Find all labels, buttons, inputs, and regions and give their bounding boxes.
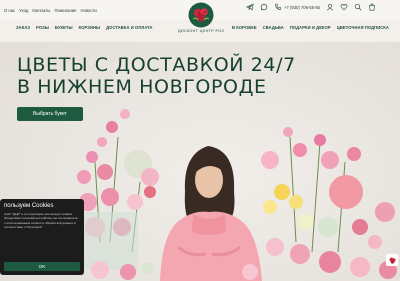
heart-icon[interactable] [340, 3, 348, 11]
chat-widget-icon[interactable] [386, 254, 398, 266]
top-link-news[interactable]: Новости [81, 8, 97, 13]
whatsapp-icon[interactable] [260, 3, 268, 11]
nav-item-delivery[interactable]: ДОСТАВКА И ОПЛАТА [106, 25, 152, 30]
nav-item-bouquets[interactable]: БУКЕТЫ [55, 25, 73, 30]
nav-item-baskets[interactable]: КОРЗИНЫ [79, 25, 101, 30]
top-link-about[interactable]: О нас [4, 8, 15, 13]
hero-title-line-1: ЦВЕТЫ С ДОСТАВКОЙ 24/7 [17, 54, 296, 76]
cookie-text: Сайт "ДЦР" и его партнеры используют coo… [4, 212, 79, 230]
top-link-care[interactable]: Уход [19, 8, 28, 13]
nav-left: ЗАКАЗ РОЗЫ БУКЕТЫ КОРЗИНЫ ДОСТАВКА И ОПЛ… [16, 25, 153, 30]
header-actions: +7 (930) 706-55-55 [246, 3, 376, 11]
hero-title: ЦВЕТЫ С ДОСТАВКОЙ 24/7 В НИЖНЕМ НОВГОРОД… [17, 54, 296, 98]
user-icon[interactable] [326, 3, 334, 11]
top-link-contacts[interactable]: Контакты [32, 8, 50, 13]
phone-number: +7 (930) 706-55-55 [284, 4, 320, 10]
choose-bouquet-button[interactable]: Выбрать букет [17, 107, 83, 121]
phone-icon [274, 3, 282, 11]
cookie-title: пользуем Cookies [4, 203, 54, 209]
main-nav: ЗАКАЗ РОЗЫ БУКЕТЫ КОРЗИНЫ ДОСТАВКА И ОПЛ… [0, 25, 400, 35]
nav-item-order[interactable]: ЗАКАЗ [16, 25, 30, 30]
nav-item-in-box[interactable]: В КОРОБКЕ [232, 25, 257, 30]
nav-item-wedding[interactable]: СВАДЬБА [263, 25, 284, 30]
nav-right: В КОРОБКЕ СВАДЬБА ПОДАРКИ И ДЕКОР ЦВЕТОЧ… [232, 25, 389, 30]
nav-item-gifts[interactable]: ПОДАРКИ И ДЕКОР [290, 25, 331, 30]
nav-item-roses[interactable]: РОЗЫ [36, 25, 49, 30]
nav-item-subscription[interactable]: ЦВЕТОЧНАЯ ПОДПИСКА [337, 25, 389, 30]
cookie-consent-popup: пользуем Cookies Сайт "ДЦР" и его партне… [0, 199, 84, 275]
cookie-ok-button[interactable]: OK [4, 262, 80, 271]
telegram-icon[interactable] [246, 3, 254, 11]
top-links: О нас Уход Контакты Пожелание Новости [4, 8, 97, 13]
top-link-wishes[interactable]: Пожелание [54, 8, 76, 13]
cart-icon[interactable] [368, 3, 376, 11]
search-icon[interactable] [354, 3, 362, 11]
phone-contact[interactable]: +7 (930) 706-55-55 [274, 3, 320, 11]
hero-title-line-2: В НИЖНЕМ НОВГОРОДЕ [17, 76, 267, 98]
